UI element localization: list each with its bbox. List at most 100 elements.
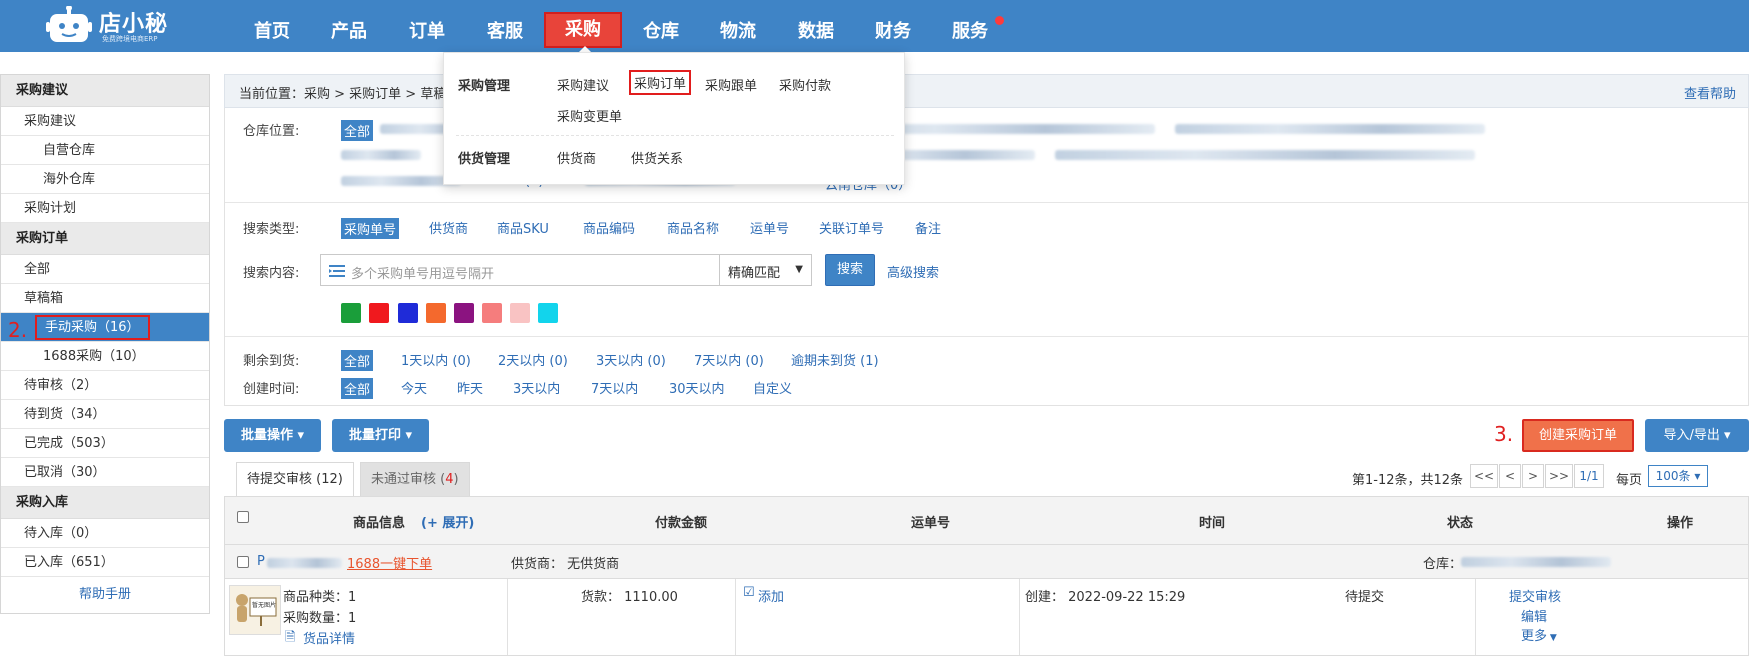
created-custom[interactable]: 自定义	[753, 378, 792, 397]
created-3days[interactable]: 3天以内	[513, 378, 560, 397]
import-export-button[interactable]: 导入/导出 ▾	[1645, 419, 1749, 452]
nav-warehouse[interactable]: 仓库	[622, 14, 700, 50]
color-tag-purple[interactable]	[454, 303, 474, 323]
color-tag-green[interactable]	[341, 303, 361, 323]
nav-finance[interactable]: 财务	[854, 14, 932, 50]
pager-next[interactable]: >	[1522, 464, 1544, 488]
search-type-remark[interactable]: 备注	[915, 218, 941, 237]
sidebar-item-to-inbound[interactable]: 待入库（0）	[1, 519, 209, 548]
color-tag-cyan[interactable]	[538, 303, 558, 323]
warehouse-all-chip[interactable]: 全部	[341, 120, 374, 141]
logo[interactable]: 店小秘 免费跨境电商ERP	[46, 0, 176, 50]
header-tracking: 运单号	[911, 516, 951, 531]
sidebar-item-awaiting-arrival[interactable]: 待到货（34）	[1, 400, 209, 429]
tab-rejected-count: 4	[445, 472, 454, 487]
search-input[interactable]: 多个采购单号用逗号隔开	[320, 254, 720, 286]
robot-logo-icon	[46, 6, 92, 42]
search-type-tracking[interactable]: 运单号	[750, 218, 789, 237]
sidebar-item-all[interactable]: 全部	[1, 255, 209, 284]
nav-service[interactable]: 客服	[466, 14, 544, 50]
sidebar-item-cancelled[interactable]: 已取消（30）	[1, 458, 209, 487]
more-link[interactable]: 更多 ▼	[1521, 625, 1557, 644]
menu-item-suggestion[interactable]: 采购建议	[557, 75, 609, 94]
per-page-select[interactable]: 100条 ▾	[1648, 465, 1708, 487]
header-actions: 操作	[1667, 516, 1694, 531]
menu-item-purchase-order[interactable]: 采购订单	[629, 70, 692, 95]
table-header: 商品信息 (+ 展开) 付款金额 运单号 时间 状态 操作	[225, 497, 1748, 545]
goods-detail-icon: 🗎	[285, 630, 296, 645]
select-all-checkbox[interactable]	[237, 511, 249, 523]
sidebar-item-suggestion[interactable]: 采购建议	[1, 107, 209, 136]
nav-home[interactable]: 首页	[233, 14, 311, 50]
search-type-name[interactable]: 商品名称	[667, 218, 719, 237]
search-type-order-no[interactable]: 采购单号	[341, 218, 400, 239]
sidebar-item-manual-purchase[interactable]: 手动采购（16）	[1, 313, 209, 342]
sidebar-item-completed[interactable]: 已完成（503）	[1, 429, 209, 458]
menu-item-follow-up[interactable]: 采购跟单	[705, 75, 757, 94]
color-tag-salmon[interactable]	[482, 303, 502, 323]
search-type-sku[interactable]: 商品SKU	[497, 218, 549, 237]
submit-review-link[interactable]: 提交审核	[1509, 586, 1561, 605]
goods-detail-link[interactable]: 货品详情	[303, 628, 355, 647]
create-purchase-order-button[interactable]: 创建采购订单	[1522, 419, 1634, 452]
1688-quick-order-link[interactable]: 1688一键下单	[347, 553, 432, 572]
batch-ops-button[interactable]: 批量操作 ▾	[224, 419, 321, 452]
tab-pending-submit[interactable]: 待提交审核 (12)	[236, 462, 354, 496]
created-30days[interactable]: 30天以内	[669, 378, 725, 397]
sidebar-item-plan[interactable]: 采购计划	[1, 194, 209, 223]
order-number-prefix[interactable]: P	[257, 554, 265, 569]
pager-last[interactable]: >>	[1545, 464, 1573, 488]
remain-overdue[interactable]: 逾期未到货 (1)	[791, 350, 879, 369]
import-export-label: 导入/导出	[1663, 428, 1720, 443]
search-button[interactable]: 搜索	[825, 254, 875, 286]
pager-summary: 第1-12条，共12条	[1352, 473, 1464, 488]
view-help-link[interactable]: 查看帮助	[1684, 83, 1736, 102]
created-yesterday[interactable]: 昨天	[457, 378, 483, 397]
menu-item-change-order[interactable]: 采购变更单	[557, 106, 622, 125]
add-tracking-link[interactable]: 添加	[758, 586, 784, 605]
search-type-code[interactable]: 商品编码	[583, 218, 635, 237]
edit-add-icon[interactable]: ☑	[743, 585, 755, 600]
created-7days[interactable]: 7天以内	[591, 378, 638, 397]
advanced-search-link[interactable]: 高级搜索	[887, 262, 939, 281]
nav-data[interactable]: 数据	[777, 14, 855, 50]
remain-all[interactable]: 全部	[341, 350, 374, 371]
sidebar-item-1688-purchase[interactable]: 1688采购（10）	[1, 342, 209, 371]
help-manual-link[interactable]: 帮助手册	[1, 577, 209, 613]
menu-item-suppliers[interactable]: 供货商	[557, 148, 596, 167]
column-divider	[735, 579, 736, 655]
nav-logistics[interactable]: 物流	[699, 14, 777, 50]
expand-all-link[interactable]: (+ 展开)	[421, 512, 474, 531]
sidebar-item-inbounded[interactable]: 已入库（651）	[1, 548, 209, 577]
color-tag-red[interactable]	[369, 303, 389, 323]
remain-2day[interactable]: 2天以内 (0)	[498, 350, 568, 369]
remain-1day[interactable]: 1天以内 (0)	[401, 350, 471, 369]
created-all[interactable]: 全部	[341, 378, 374, 399]
order-checkbox[interactable]	[237, 556, 249, 568]
pager-first[interactable]: <<	[1470, 464, 1498, 488]
pager-prev[interactable]: <	[1499, 464, 1521, 488]
color-tag-blue[interactable]	[398, 303, 418, 323]
sidebar-item-drafts[interactable]: 草稿箱	[1, 284, 209, 313]
search-type-related-order[interactable]: 关联订单号	[819, 218, 884, 237]
nav-orders[interactable]: 订单	[388, 14, 466, 50]
color-tag-pink[interactable]	[510, 303, 530, 323]
batch-print-button[interactable]: 批量打印 ▾	[332, 419, 429, 452]
menu-item-payment[interactable]: 采购付款	[779, 75, 831, 94]
sidebar-item-overseas-warehouse[interactable]: 海外仓库	[1, 165, 209, 194]
sidebar-item-pending-review[interactable]: 待审核（2）	[1, 371, 209, 400]
nav-products[interactable]: 产品	[310, 14, 388, 50]
created-today[interactable]: 今天	[401, 378, 427, 397]
remain-3day[interactable]: 3天以内 (0)	[596, 350, 666, 369]
sidebar-item-own-warehouse[interactable]: 自营仓库	[1, 136, 209, 165]
supplier-text: 供货商： 无供货商	[511, 557, 620, 572]
remain-7day[interactable]: 7天以内 (0)	[694, 350, 764, 369]
color-tag-orange[interactable]	[426, 303, 446, 323]
product-thumbnail[interactable]: 暂无图片	[229, 585, 281, 635]
edit-link[interactable]: 编辑	[1521, 606, 1547, 625]
match-mode-select[interactable]: 精确匹配 ▼	[720, 254, 812, 286]
tab-rejected[interactable]: 未通过审核 (4)	[360, 462, 470, 496]
menu-item-supply-relations[interactable]: 供货关系	[631, 148, 683, 167]
search-type-supplier[interactable]: 供货商	[429, 218, 468, 237]
nav-purchase[interactable]: 采购	[544, 12, 622, 48]
